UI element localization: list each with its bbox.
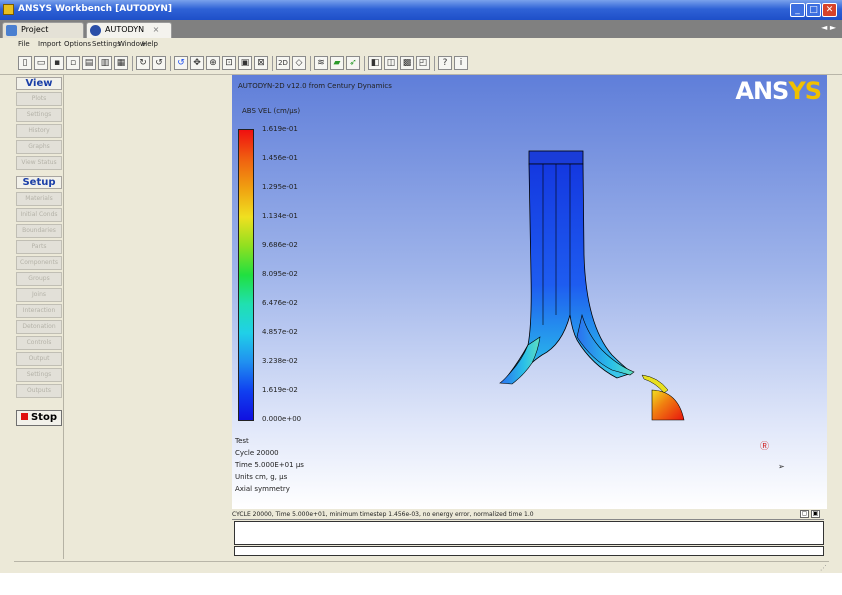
nav-plots-button[interactable]: Plots xyxy=(16,92,62,106)
nav-materials-button[interactable]: Materials xyxy=(16,192,62,206)
tab-project[interactable]: Project xyxy=(2,22,84,38)
about-icon[interactable]: i xyxy=(454,56,468,70)
stop-label: Stop xyxy=(30,412,57,423)
autodyn-icon xyxy=(90,25,101,36)
nav-groups-button[interactable]: Groups xyxy=(16,272,62,286)
nav-outputs-button[interactable]: Outputs xyxy=(16,384,62,398)
message-restore-button[interactable]: ▢ xyxy=(800,510,809,518)
vector-icon[interactable]: ➶ xyxy=(346,56,360,70)
nav-boundaries-button[interactable]: Boundaries xyxy=(16,224,62,238)
tab-label: AUTODYN xyxy=(105,25,145,34)
contour-icon[interactable]: ≋ xyxy=(314,56,328,70)
save-as-icon[interactable]: ▫ xyxy=(66,56,80,70)
import-icon[interactable]: ▤ xyxy=(82,56,96,70)
message-maximize-button[interactable]: ▣ xyxy=(811,510,820,518)
nav-initial-conds-button[interactable]: Initial Conds xyxy=(16,208,62,222)
toolbar-separator xyxy=(272,56,273,71)
resize-grip-icon[interactable]: ⋰ xyxy=(820,564,827,572)
2d-view-icon[interactable]: 2D xyxy=(276,56,290,70)
toolbar-separator xyxy=(132,56,133,71)
fit-view-icon[interactable]: ▣ xyxy=(238,56,252,70)
help-icon[interactable]: ? xyxy=(438,56,452,70)
tab-close-icon[interactable]: × xyxy=(153,25,160,34)
nav-settings-button[interactable]: Settings xyxy=(16,108,62,122)
open-folder-icon[interactable]: ▭ xyxy=(34,56,48,70)
window-title: ANSYS Workbench [AUTODYN] xyxy=(18,4,173,14)
stop-run-icon[interactable]: ↺ xyxy=(152,56,166,70)
nav-controls-button[interactable]: Controls xyxy=(16,336,62,350)
zoom-box-icon[interactable]: ⊡ xyxy=(222,56,236,70)
export-icon[interactable]: ▥ xyxy=(98,56,112,70)
projectile-cap xyxy=(528,150,584,165)
message-header: CYCLE 20000, Time 5.000e+01, minimum tim… xyxy=(232,511,824,520)
save-icon[interactable]: ▪ xyxy=(50,56,64,70)
3d-view-icon[interactable]: ◇ xyxy=(292,56,306,70)
zoom-icon[interactable]: ⊕ xyxy=(206,56,220,70)
menu-import[interactable]: Import xyxy=(38,40,61,48)
left-frame xyxy=(0,75,14,595)
tab-label: Project xyxy=(21,25,49,34)
material-icon[interactable]: ▰ xyxy=(330,56,344,70)
toolbar-separator xyxy=(434,56,435,71)
maximize-button[interactable]: □ xyxy=(806,3,821,17)
ansys-app-icon xyxy=(3,4,14,15)
nav-output-button[interactable]: Output xyxy=(16,352,62,366)
menu-settings[interactable]: Settings xyxy=(92,40,121,48)
run-icon[interactable]: ↻ xyxy=(136,56,150,70)
movie-icon[interactable]: ▩ xyxy=(400,56,414,70)
menu-help[interactable]: Help xyxy=(142,40,158,48)
nav-parts-button[interactable]: Parts xyxy=(16,240,62,254)
stop-square-icon xyxy=(20,413,28,420)
dialog-panel xyxy=(65,75,232,559)
projectile-body xyxy=(501,163,633,384)
camera-icon[interactable]: ◫ xyxy=(384,56,398,70)
menu-bar: File Import Options Settings Window Help xyxy=(0,38,842,53)
axis-triad-icon: Ⓡ xyxy=(760,441,769,452)
capture-icon[interactable]: ◧ xyxy=(368,56,382,70)
view-section-heading: View xyxy=(16,77,62,90)
title-bar: ANSYS Workbench [AUTODYN] _ □ ✕ xyxy=(0,0,842,20)
toolbar-separator xyxy=(364,56,365,71)
minimize-button[interactable]: _ xyxy=(790,3,805,17)
axis-arrow-icon: ➢ xyxy=(778,462,785,471)
status-bar: ⋰ xyxy=(14,561,829,573)
toolbar-separator xyxy=(310,56,311,71)
message-output-box xyxy=(234,521,824,545)
nav-joins-button[interactable]: Joins xyxy=(16,288,62,302)
pan-icon[interactable]: ✥ xyxy=(190,56,204,70)
menu-file[interactable]: File xyxy=(18,40,30,48)
nav-graphs-button[interactable]: Graphs xyxy=(16,140,62,154)
project-icon xyxy=(6,25,17,36)
nav-view-status-button[interactable]: View Status xyxy=(16,156,62,170)
toolbar: ▯ ▭ ▪ ▫ ▤ ▥ ▦ ↻ ↺ ↺ ✥ ⊕ ⊡ ▣ ⊠ 2D ◇ ≋ ▰ ➶… xyxy=(0,53,842,75)
nav-components-button[interactable]: Components xyxy=(16,256,62,270)
menu-options[interactable]: Options xyxy=(64,40,91,48)
nav-settings2-button[interactable]: Settings xyxy=(16,368,62,382)
document-tab-bar: Project AUTODYN × ◄ ► xyxy=(0,20,842,38)
setup-section-heading: Setup xyxy=(16,176,62,189)
print-icon[interactable]: ▦ xyxy=(114,56,128,70)
close-button[interactable]: ✕ xyxy=(822,3,837,17)
command-input[interactable] xyxy=(234,546,824,556)
bottom-margin xyxy=(0,573,842,595)
settings-icon[interactable]: ◰ xyxy=(416,56,430,70)
message-pane: CYCLE 20000, Time 5.000e+01, minimum tim… xyxy=(232,509,827,559)
tab-autodyn[interactable]: AUTODYN × xyxy=(86,22,172,38)
stop-button[interactable]: Stop xyxy=(16,410,62,426)
simulation-render: Ⓡ ➢ xyxy=(499,150,785,471)
target-fragment xyxy=(651,389,685,421)
nav-interaction-button[interactable]: Interaction xyxy=(16,304,62,318)
nav-detonation-button[interactable]: Detonation xyxy=(16,320,62,334)
rotate-icon[interactable]: ↺ xyxy=(174,56,188,70)
nav-history-button[interactable]: History xyxy=(16,124,62,138)
right-frame xyxy=(827,75,842,595)
tab-scroll-arrows[interactable]: ◄ ► xyxy=(821,23,836,32)
navigation-bar: View Plots Settings History Graphs View … xyxy=(14,75,64,559)
graphics-viewport[interactable]: AUTODYN-2D v12.0 from Century Dynamics A… xyxy=(232,75,827,509)
reset-view-icon[interactable]: ⊠ xyxy=(254,56,268,70)
new-file-icon[interactable]: ▯ xyxy=(18,56,32,70)
toolbar-separator xyxy=(170,56,171,71)
